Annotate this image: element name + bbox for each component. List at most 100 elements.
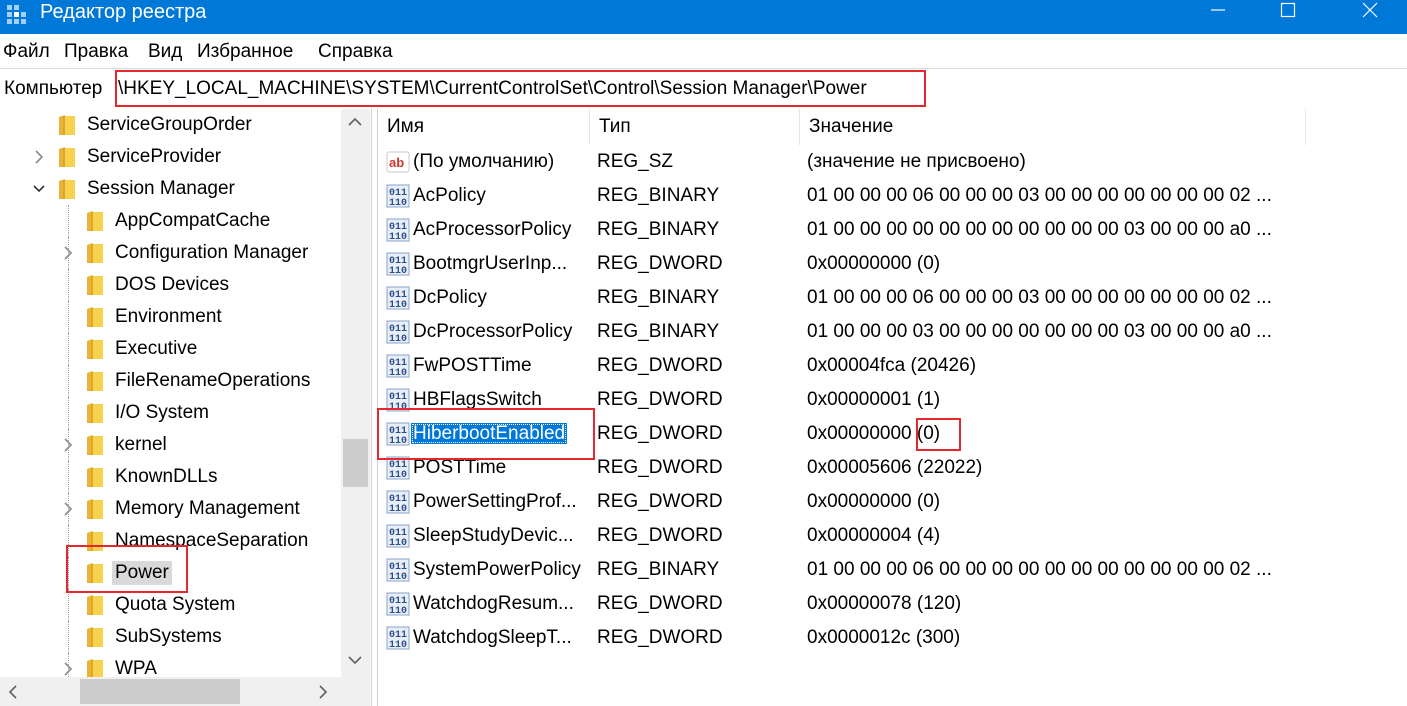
column-header-data[interactable]: Значение xyxy=(800,109,1306,145)
tree-item[interactable]: Quota System xyxy=(0,589,340,621)
binary-value-icon: 011110 xyxy=(386,184,410,208)
tree-item-label: Configuration Manager xyxy=(115,242,309,263)
value-row[interactable]: 011 110 HBFlagsSwitch REG_DWORD 0x00000001 (… xyxy=(378,383,1407,417)
tree-item[interactable]: kernel xyxy=(0,429,340,461)
chevron-down-icon[interactable] xyxy=(32,179,46,199)
value-row[interactable]: 011 110 SleepStudyDevic... REG_DWORD 0x00000… xyxy=(378,519,1407,553)
folder-icon xyxy=(87,563,103,583)
address-path[interactable]: \HKEY_LOCAL_MACHINE\SYSTEM\CurrentContro… xyxy=(118,77,867,101)
value-row[interactable]: 011 110 PowerSettingProf... REG_DWORD 0x0000… xyxy=(378,485,1407,519)
scroll-left-icon[interactable] xyxy=(8,685,18,699)
value-data: 01 00 00 00 06 00 00 00 00 00 00 00 00 0… xyxy=(807,559,1272,580)
value-name: DcProcessorPolicy xyxy=(413,315,572,349)
svg-text:110: 110 xyxy=(389,368,407,378)
pane-splitter[interactable] xyxy=(371,109,378,706)
tree-item[interactable]: AppCompatCache xyxy=(0,205,340,237)
tree-item[interactable]: DOS Devices xyxy=(0,269,340,301)
menu-view[interactable]: Вид xyxy=(145,40,185,64)
value-row[interactable]: 011 110 FwPOSTTime REG_DWORD 0x00004fca (204… xyxy=(378,349,1407,383)
scroll-up-icon[interactable] xyxy=(348,117,362,127)
binary-value-icon: 011110 xyxy=(386,524,410,548)
tree-item[interactable]: Configuration Manager xyxy=(0,237,340,269)
window-title: Редактор реестра xyxy=(40,1,207,23)
menu-edit[interactable]: Правка xyxy=(61,40,131,64)
svg-text:ab: ab xyxy=(389,155,404,170)
menu-help[interactable]: Справка xyxy=(315,40,396,64)
tree-item[interactable]: SubSystems xyxy=(0,621,340,653)
tree-vertical-scroll-thumb[interactable] xyxy=(343,439,368,487)
value-name: DcPolicy xyxy=(413,281,487,315)
value-type: REG_SZ xyxy=(597,151,674,172)
maximize-icon xyxy=(1280,2,1296,18)
value-name-text: POSTTime xyxy=(413,457,507,478)
value-data: 0x00004fca (20426) xyxy=(807,355,977,376)
tree-item[interactable]: Executive xyxy=(0,333,340,365)
tree-item[interactable]: NamespaceSeparation xyxy=(0,525,340,557)
value-data: 0x00000000 (0) xyxy=(807,253,941,274)
tree-item-label: Memory Management xyxy=(115,498,300,519)
tree-item[interactable]: ServiceProvider xyxy=(0,141,340,173)
svg-text:110: 110 xyxy=(389,470,407,480)
tree-horizontal-scrollbar[interactable] xyxy=(0,677,341,706)
value-name-text: AcProcessorPolicy xyxy=(413,219,572,240)
address-bar[interactable]: Компьютер \HKEY_LOCAL_MACHINE\SYSTEM\Cur… xyxy=(0,68,1407,110)
values-list[interactable]: Имя Тип Значение ab (По умолчанию) REG_SZ (… xyxy=(378,109,1407,706)
value-row[interactable]: 011 110 AcPolicy REG_BINARY 01 00 00 00 06 0… xyxy=(378,179,1407,213)
maximize-button[interactable] xyxy=(1253,0,1323,22)
tree-item[interactable]: FileRenameOperations xyxy=(0,365,340,397)
registry-tree[interactable]: ServiceGroupOrder ServiceProvider Session … xyxy=(0,109,371,706)
value-row[interactable]: 011 110 DcProcessorPolicy REG_BINARY 01 00 0… xyxy=(378,315,1407,349)
tree-item[interactable]: Environment xyxy=(0,301,340,333)
value-name: SystemPowerPolicy xyxy=(413,553,581,587)
value-name-text: HiberbootEnabled xyxy=(411,423,568,444)
menu-file[interactable]: Файл xyxy=(0,40,53,64)
tree-horizontal-scroll-thumb[interactable] xyxy=(80,679,240,704)
title-bar: Редактор реестра xyxy=(0,0,1407,34)
value-data: 0x00000078 (120) xyxy=(807,593,962,614)
tree-vertical-scrollbar[interactable] xyxy=(341,109,370,677)
value-row[interactable]: ab (По умолчанию) REG_SZ (значение не присв… xyxy=(378,145,1407,179)
tree-item[interactable]: I/O System xyxy=(0,397,340,429)
value-row[interactable]: 011 110 SystemPowerPolicy REG_BINARY 01 00 0… xyxy=(378,553,1407,587)
tree-item[interactable]: KnownDLLs xyxy=(0,461,340,493)
column-header-name[interactable]: Имя xyxy=(378,109,590,145)
close-icon xyxy=(1362,2,1378,18)
value-row[interactable]: 011 110 HiberbootEnabled REG_DWORD 0x0000000… xyxy=(378,417,1407,451)
scroll-corner xyxy=(341,677,370,706)
value-row[interactable]: 011 110 WatchdogSleepT... REG_DWORD 0x000001… xyxy=(378,621,1407,655)
value-name: WatchdogSleepT... xyxy=(413,621,572,655)
chevron-right-icon[interactable] xyxy=(32,147,46,167)
tree-item-label: ServiceProvider xyxy=(87,146,222,167)
folder-icon xyxy=(87,531,103,551)
tree-item-label: Quota System xyxy=(115,594,236,615)
svg-text:110: 110 xyxy=(389,232,407,242)
minimize-button[interactable] xyxy=(1183,0,1253,22)
menu-favorites[interactable]: Избранное xyxy=(194,40,296,64)
tree-item[interactable]: Power xyxy=(0,557,340,589)
folder-icon xyxy=(59,147,75,167)
value-row[interactable]: 011 110 BootmgrUserInp... REG_DWORD 0x000000… xyxy=(378,247,1407,281)
column-header-type[interactable]: Тип xyxy=(590,109,800,145)
tree-item-label: NamespaceSeparation xyxy=(115,530,309,551)
value-name: HBFlagsSwitch xyxy=(413,383,542,417)
tree-item[interactable]: ServiceGroupOrder xyxy=(0,109,340,141)
binary-value-icon: 011110 xyxy=(386,388,410,412)
value-row[interactable]: 011 110 AcProcessorPolicy REG_BINARY 01 00 0… xyxy=(378,213,1407,247)
tree-item[interactable]: Session Manager xyxy=(0,173,340,205)
scroll-right-icon[interactable] xyxy=(318,685,328,699)
svg-text:110: 110 xyxy=(389,198,407,208)
binary-value-icon: 011110 xyxy=(386,490,410,514)
tree-item-label: I/O System xyxy=(115,402,209,423)
value-data: 01 00 00 00 06 00 00 00 03 00 00 00 00 0… xyxy=(807,287,1272,308)
tree-item[interactable]: Memory Management xyxy=(0,493,340,525)
value-row[interactable]: 011 110 WatchdogResum... REG_DWORD 0x0000007… xyxy=(378,587,1407,621)
value-row[interactable]: 011 110 POSTTime REG_DWORD 0x00005606 (22022… xyxy=(378,451,1407,485)
close-button[interactable] xyxy=(1335,0,1405,22)
scroll-down-icon[interactable] xyxy=(348,655,362,665)
binary-value-icon: 011110 xyxy=(386,252,410,276)
folder-icon xyxy=(59,115,75,135)
value-data: 01 00 00 00 03 00 00 00 00 00 00 00 03 0… xyxy=(807,321,1272,342)
value-type: REG_DWORD xyxy=(597,627,723,648)
folder-icon xyxy=(87,339,103,359)
value-row[interactable]: 011 110 DcPolicy REG_BINARY 01 00 00 00 06 0… xyxy=(378,281,1407,315)
